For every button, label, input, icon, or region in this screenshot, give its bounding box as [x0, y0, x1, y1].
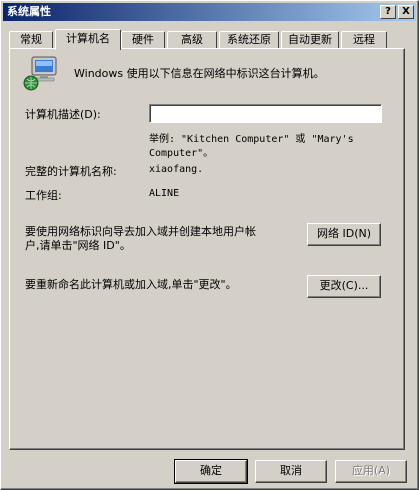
- tab-label: 系统还原: [227, 33, 271, 46]
- tab-general[interactable]: 常规: [9, 31, 53, 49]
- tab-label: 常规: [20, 33, 42, 46]
- tab-advanced[interactable]: 高级: [167, 31, 217, 49]
- tab-computer-name[interactable]: 计算机名: [55, 29, 121, 50]
- network-id-description-line2: 户,请单击"网络 ID"。: [25, 239, 131, 252]
- tab-remote[interactable]: 远程: [341, 31, 387, 49]
- tab-label: 硬件: [132, 33, 154, 46]
- ok-button[interactable]: 确定: [174, 459, 248, 484]
- change-button[interactable]: 更改(C)...: [307, 275, 381, 298]
- apply-button[interactable]: 应用(A): [335, 460, 407, 483]
- computer-description-input[interactable]: [149, 104, 382, 123]
- tab-label: 计算机名: [66, 32, 110, 45]
- computer-network-icon: [23, 56, 57, 91]
- close-icon: X: [402, 6, 410, 17]
- network-id-button[interactable]: 网络 ID(N): [307, 223, 381, 246]
- system-properties-dialog: 系统属性 ? X 常规 计算机名 硬件 高级 系统还原 自动更新 远程 Wind…: [0, 0, 419, 490]
- change-button-label: 更改(C)...: [319, 279, 369, 292]
- cancel-button[interactable]: 取消: [255, 460, 327, 483]
- workgroup-label: 工作组:: [25, 189, 62, 202]
- tab-label: 高级: [181, 33, 203, 46]
- window-title: 系统属性: [7, 5, 51, 18]
- example-text-line2: Computer"。: [149, 148, 214, 159]
- tab-hardware[interactable]: 硬件: [121, 31, 165, 49]
- full-name-value: xiaofang.: [149, 164, 204, 175]
- workgroup-value: ALINE: [149, 188, 180, 199]
- apply-button-label: 应用(A): [351, 464, 391, 477]
- tab-system-restore[interactable]: 系统还原: [219, 31, 279, 49]
- tab-label: 自动更新: [288, 33, 332, 46]
- network-id-button-label: 网络 ID(N): [316, 227, 372, 240]
- example-text-line1: 举例: "Kitchen Computer" 或 "Mary's: [149, 134, 354, 145]
- title-bar[interactable]: 系统属性 ? X: [3, 3, 416, 21]
- ok-button-label: 确定: [200, 464, 222, 477]
- cancel-button-label: 取消: [280, 464, 302, 477]
- help-icon: ?: [385, 6, 391, 17]
- tab-label: 远程: [353, 33, 375, 46]
- intro-text: Windows 使用以下信息在网络中标识这台计算机。: [74, 67, 325, 80]
- tab-automatic-updates[interactable]: 自动更新: [281, 31, 339, 49]
- rename-description: 要重新命名此计算机或加入域,单击"更改"。: [25, 278, 237, 291]
- close-button[interactable]: X: [398, 5, 414, 19]
- full-name-label: 完整的计算机名称:: [25, 165, 117, 178]
- help-button[interactable]: ?: [380, 5, 396, 19]
- computer-name-panel: Windows 使用以下信息在网络中标识这台计算机。 计算机描述(D): 举例:…: [9, 48, 405, 450]
- description-label: 计算机描述(D):: [25, 108, 101, 121]
